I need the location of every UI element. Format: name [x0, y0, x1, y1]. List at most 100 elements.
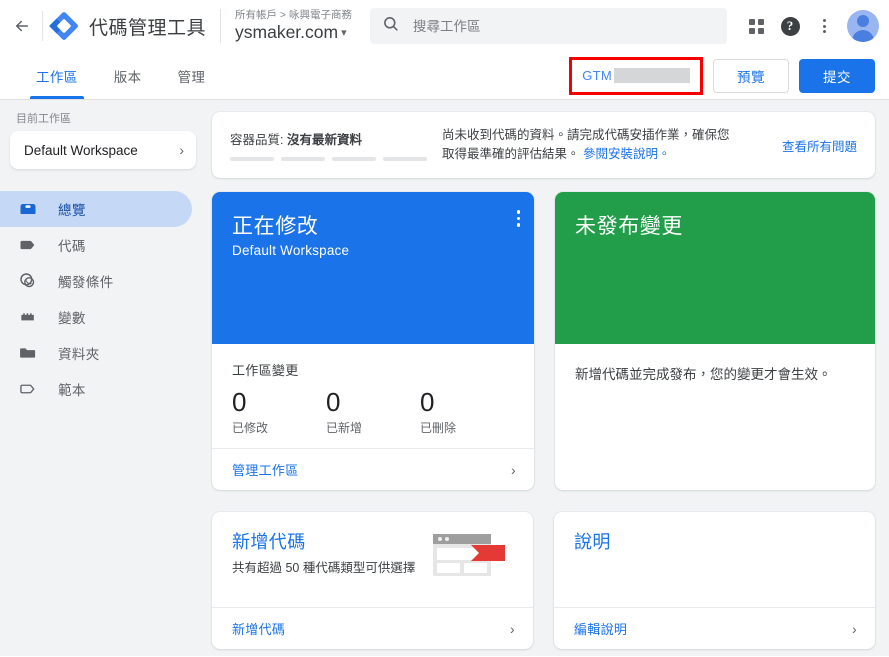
stat-deleted: 0 已刪除 [420, 385, 514, 436]
sidebar-item-overview[interactable]: 總覽 [0, 191, 192, 227]
sidebar-item-tags[interactable]: 代碼 [0, 227, 192, 263]
workspace-changes-label: 工作區變更 [232, 363, 299, 378]
browser-tag-illustration [427, 528, 513, 593]
quality-value: 沒有最新資料 [286, 133, 362, 147]
sidebar-item-triggers[interactable]: 觸發條件 [0, 263, 192, 299]
workspace-card-subtitle: Default Workspace [232, 243, 350, 258]
main-content: 容器品質: 沒有最新資料 尚未收到代碼的資料。請完成代碼安插作業，確保您 取得最… [210, 100, 889, 656]
new-tag-card-title: 新增代碼 [232, 532, 306, 552]
breadcrumb: 所有帳戶 > 咏興電子商務 [235, 8, 352, 21]
notes-card-text: 說明 [574, 528, 855, 593]
sidebar-item-templates-label: 範本 [58, 383, 86, 398]
stat-deleted-value: 0 [420, 387, 435, 417]
sidebar-item-triggers-label: 觸發條件 [58, 275, 114, 290]
top-header-bar: 代碼管理工具 所有帳戶 > 咏興電子商務 ysmaker.com▾ ? [0, 0, 889, 52]
gtm-id-label: GTM [582, 68, 612, 83]
banner-message: 尚未收到代碼的資料。請完成代碼安插作業，確保您 取得最準確的評估結果。 參閱安裝… [442, 126, 782, 164]
new-tag-action[interactable]: 新增代碼 › [212, 607, 533, 649]
submit-button[interactable]: 提交 [799, 58, 875, 93]
help-glyph: ? [780, 16, 800, 36]
more-vertical-icon[interactable] [807, 9, 841, 43]
account-selector[interactable]: 所有帳戶 > 咏興電子商務 ysmaker.com ▾ [235, 9, 352, 44]
chevron-right-icon: › [511, 461, 516, 478]
avatar[interactable] [847, 10, 879, 42]
sidebar-item-variables-label: 變數 [58, 311, 86, 326]
new-tag-card-body: 新增代碼 共有超過 50 種代碼類型可供選擇 [212, 512, 533, 607]
template-tag-icon [18, 379, 40, 399]
tab-bar-actions: GTM 預覽 提交 [569, 52, 889, 99]
unpublished-card-body: 新增代碼並完成發布，您的變更才會生效。 [575, 367, 832, 382]
app-title: 代碼管理工具 [89, 17, 207, 39]
sidebar-item-folders[interactable]: 資料夾 [0, 335, 192, 371]
quality-progress-segments [230, 157, 442, 161]
workspace-card: 正在修改 Default Workspace 工作區變更 0 已修改 0 已新增 [212, 192, 534, 490]
trigger-circle-icon [18, 271, 40, 291]
tab-versions[interactable]: 版本 [96, 52, 160, 99]
new-tag-card-text: 新增代碼 共有超過 50 種代碼類型可供選擇 [232, 528, 427, 593]
tab-admin[interactable]: 管理 [160, 52, 224, 99]
quality-prefix: 容器品質: [230, 133, 287, 147]
container-name[interactable]: ysmaker.com ▾ [235, 22, 352, 44]
tab-workspace[interactable]: 工作區 [18, 52, 96, 99]
new-tag-action-label: 新增代碼 [232, 622, 286, 637]
container-name-text: ysmaker.com [235, 21, 339, 42]
help-circle-icon[interactable]: ? [773, 9, 807, 43]
new-tag-card: 新增代碼 共有超過 50 種代碼類型可供選擇 新增代碼 › [212, 512, 533, 649]
quality-status: 容器品質: 沒有最新資料 [230, 129, 442, 148]
gtm-container-id-highlight[interactable]: GTM [569, 56, 703, 95]
search-box[interactable] [369, 8, 727, 44]
sidebar-item-overview-label: 總覽 [58, 203, 86, 218]
tab-admin-label: 管理 [177, 69, 206, 85]
chevron-right-icon: › [852, 620, 857, 637]
manage-workspace-action[interactable]: 管理工作區 › [212, 448, 534, 490]
folder-icon [18, 343, 40, 363]
tab-workspace-label: 工作區 [36, 69, 78, 85]
sidebar-nav: 總覽 代碼 觸發條件 變數 資料夾 範本 [0, 191, 210, 407]
tab-bar: 工作區 版本 管理 GTM 預覽 提交 [0, 52, 889, 100]
chevron-right-icon: › [510, 620, 515, 637]
install-guide-link[interactable]: 參閱安裝說明。 [583, 147, 671, 161]
sidebar-item-templates[interactable]: 範本 [0, 371, 192, 407]
view-all-issues-link[interactable]: 查看所有問題 [782, 136, 857, 155]
stat-added-label: 已新增 [326, 421, 363, 435]
manage-workspace-label: 管理工作區 [232, 463, 299, 478]
banner-message-line1: 尚未收到代碼的資料。請完成代碼安插作業，確保您 [442, 128, 730, 142]
cards-row-1: 正在修改 Default Workspace 工作區變更 0 已修改 0 已新增 [212, 192, 875, 490]
chevron-right-icon: › [179, 142, 184, 158]
workspace-card-more-icon[interactable] [516, 210, 520, 227]
workspace-stats-row: 0 已修改 0 已新增 0 已刪除 [232, 385, 514, 436]
workspace-name: Default Workspace [24, 142, 138, 158]
sidebar-item-variables[interactable]: 變數 [0, 299, 192, 335]
stat-added-value: 0 [326, 387, 341, 417]
container-quality-banner: 容器品質: 沒有最新資料 尚未收到代碼的資料。請完成代碼安插作業，確保您 取得最… [212, 112, 875, 178]
header-divider-2 [220, 9, 222, 43]
sidebar-item-tags-label: 代碼 [58, 239, 86, 254]
search-icon [382, 15, 399, 37]
workspace-card-title: 正在修改 [232, 215, 319, 238]
notes-card-title: 說明 [574, 532, 611, 552]
gtm-diamond-logo [49, 11, 79, 41]
stat-modified: 0 已修改 [232, 385, 326, 436]
unpublished-card-hero: 未發布變更 [555, 192, 875, 344]
search-input[interactable] [412, 18, 715, 34]
workspace-selector[interactable]: Default Workspace › [10, 131, 196, 169]
sidebar: 目前工作區 Default Workspace › 總覽 代碼 觸發條件 變數 … [0, 100, 210, 656]
workspace-card-hero: 正在修改 Default Workspace [212, 192, 534, 344]
gtm-id-redacted [614, 68, 690, 83]
header-divider-1 [42, 11, 43, 41]
back-arrow-icon[interactable] [4, 8, 40, 44]
page-body: 目前工作區 Default Workspace › 總覽 代碼 觸發條件 變數 … [0, 100, 889, 656]
banner-message-line2: 取得最準確的評估結果。 [442, 147, 583, 161]
edit-notes-action[interactable]: 編輯說明 › [554, 607, 875, 649]
stat-deleted-label: 已刪除 [420, 421, 457, 435]
banner-quality-block: 容器品質: 沒有最新資料 [230, 129, 442, 161]
unpublished-card-title: 未發布變更 [575, 215, 683, 238]
notes-card-body: 說明 [554, 512, 875, 607]
apps-grid-icon[interactable] [739, 9, 773, 43]
workspace-section-label: 目前工作區 [16, 113, 71, 125]
workspace-card-stats: 工作區變更 0 已修改 0 已新增 0 已刪除 [212, 344, 534, 448]
stat-modified-value: 0 [232, 387, 247, 417]
preview-button[interactable]: 預覽 [713, 58, 789, 93]
tag-icon [18, 235, 40, 255]
stat-added: 0 已新增 [326, 385, 420, 436]
